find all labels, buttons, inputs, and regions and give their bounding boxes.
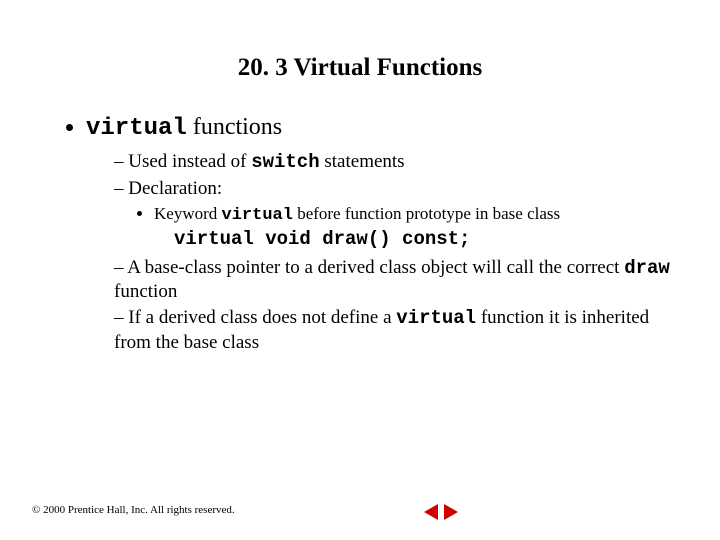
text: If a derived class does not define a <box>128 307 396 328</box>
code-keyword: virtual <box>86 115 187 142</box>
bullet-l2-item: A base-class pointer to a derived class … <box>114 256 680 305</box>
slide-title: 20. 3 Virtual Functions <box>0 0 720 82</box>
slide-body: virtual functions Used instead of switch… <box>0 82 720 355</box>
text: A base-class pointer to a derived class … <box>127 257 624 278</box>
code-block: virtual void draw() const; <box>174 228 680 252</box>
bullet-list-level1: virtual functions Used instead of switch… <box>40 112 680 355</box>
text: Used instead of <box>128 151 251 172</box>
bullet-list-level3: Keyword virtual before function prototyp… <box>114 203 680 226</box>
next-slide-icon[interactable] <box>444 504 458 520</box>
code-keyword: switch <box>251 151 319 173</box>
nav-buttons <box>424 504 458 520</box>
bullet-list-level2: Used instead of switch statements Declar… <box>86 150 680 355</box>
slide: 20. 3 Virtual Functions virtual function… <box>0 0 720 540</box>
bullet-l2-item: If a derived class does not define a vir… <box>114 306 680 355</box>
code-keyword: virtual <box>222 206 293 225</box>
bullet-l2-item: Used instead of switch statements <box>114 150 680 175</box>
text: Declaration: <box>128 178 222 199</box>
text: function <box>114 281 177 302</box>
text: functions <box>187 114 282 140</box>
code-keyword: draw <box>624 257 670 279</box>
code-keyword: virtual <box>396 307 476 329</box>
prev-slide-icon[interactable] <box>424 504 438 520</box>
bullet-l2-item: Declaration: Keyword virtual before func… <box>114 177 680 252</box>
text: Keyword <box>154 204 222 223</box>
bullet-l1-item: virtual functions Used instead of switch… <box>86 112 680 355</box>
text: before function prototype in base class <box>293 204 560 223</box>
bullet-l3-item: Keyword virtual before function prototyp… <box>154 203 680 226</box>
text: statements <box>320 151 405 172</box>
copyright-footer: © 2000 Prentice Hall, Inc. All rights re… <box>32 504 688 516</box>
